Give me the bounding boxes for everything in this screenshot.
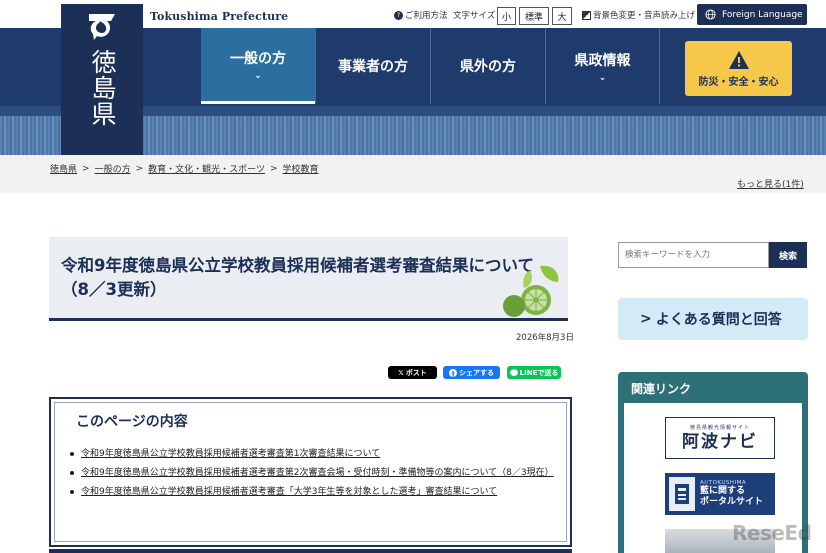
- breadcrumb-separator: >: [82, 163, 90, 174]
- facebook-icon: [449, 368, 457, 377]
- table-of-contents: このページの内容 令和9年度徳島県公立学校教員採用候補者選考審査第1次審査結果に…: [49, 397, 572, 547]
- search-button[interactable]: 検索: [769, 242, 807, 268]
- font-large-button[interactable]: 大: [552, 7, 572, 25]
- breadcrumb-separator: >: [135, 163, 144, 174]
- faq-button[interactable]: > よくある質問と回答: [618, 298, 808, 340]
- brand-english: Tokushima Prefecture: [150, 10, 289, 23]
- help-label: ご利用方法: [405, 11, 448, 21]
- sudachi-fruit-icon: [503, 265, 559, 317]
- x-post-label: ポスト: [405, 368, 427, 377]
- warning-icon: [728, 50, 749, 69]
- foreign-language-label: Foreign Language: [722, 9, 803, 20]
- nav-business[interactable]: 事業者の方: [316, 28, 430, 104]
- breadcrumb-separator: >: [269, 163, 278, 174]
- prefecture-emblem-icon: [89, 14, 115, 40]
- toc-title: このページの内容: [76, 414, 188, 430]
- awa-navi-subtitle: 徳島県観光情報サイト: [689, 424, 750, 431]
- help-icon: ?: [394, 10, 403, 20]
- color-speech-label: 背景色変更・音声読み上げ: [593, 11, 696, 21]
- breadcrumb: 徳島県 > 一般の方 > 教育・文化・観光・スポーツ > 学校教育: [50, 162, 319, 176]
- awa-navi-title: 阿波ナビ: [682, 431, 758, 452]
- breadcrumb-link[interactable]: 学校教育: [283, 162, 319, 175]
- search-input[interactable]: [618, 242, 769, 268]
- x-logo-icon: 𝕏: [398, 368, 404, 377]
- disaster-safety-button[interactable]: 防災・安全・安心: [685, 41, 792, 96]
- watermark: ReseEd: [732, 521, 812, 545]
- nav-general-public[interactable]: 一般の方 ⌄: [201, 28, 315, 104]
- breadcrumb-link[interactable]: 一般の方: [95, 162, 131, 175]
- logo-text: 徳島県: [88, 49, 117, 127]
- help-link[interactable]: ? ご利用方法: [394, 9, 448, 21]
- font-small-button[interactable]: 小: [497, 7, 516, 25]
- list-item: 令和9年度徳島県公立学校教員採用候補者選考審査「大学3年生等を対象とした選考」審…: [70, 484, 551, 500]
- nav-outside-prefecture[interactable]: 県外の方: [431, 28, 545, 104]
- site-logo[interactable]: 徳島県: [61, 4, 143, 155]
- awa-navi-banner[interactable]: 徳島県観光情報サイト 阿波ナビ: [665, 417, 775, 459]
- color-speech-link[interactable]: 背景色変更・音声読み上げ: [582, 9, 695, 21]
- nav-label: 一般の方: [230, 51, 286, 67]
- line-icon: [509, 368, 518, 376]
- ai-portal-line2: ポータルサイト: [700, 497, 764, 507]
- page-title-box: 令和9年度徳島県公立学校教員採用候補者選考審査結果について（8／3更新）: [49, 237, 568, 321]
- font-size-label: 文字サイズ: [453, 11, 496, 21]
- facebook-share-label: シェアする: [459, 368, 494, 377]
- chevron-down-icon: ⌄: [598, 72, 607, 83]
- contrast-icon: [582, 10, 591, 20]
- toc-link[interactable]: 令和9年度徳島県公立学校教員採用候補者選考審査第2次審査会場・受付時刻・準備物等…: [81, 468, 554, 478]
- line-share-label: LINEで送る: [519, 368, 559, 377]
- nav-label: 県政情報: [574, 52, 631, 69]
- breadcrumb-link[interactable]: 教育・文化・観光・スポーツ: [148, 162, 265, 175]
- list-item: 令和9年度徳島県公立学校教員採用候補者選考審査第1次審査結果について: [70, 446, 551, 462]
- ai-logo-icon: [669, 477, 695, 511]
- list-item: 令和9年度徳島県公立学校教員採用候補者選考審査第2次審査会場・受付時刻・準備物等…: [70, 465, 554, 481]
- page-title: 令和9年度徳島県公立学校教員採用候補者選考審査結果について（8／3更新）: [61, 256, 534, 299]
- foreign-language-button[interactable]: Foreign Language: [697, 4, 807, 25]
- toc-list: 令和9年度徳島県公立学校教員採用候補者選考審査第1次審査結果について 令和9年度…: [70, 446, 554, 503]
- toc-link[interactable]: 令和9年度徳島県公立学校教員採用候補者選考審査第1次審査結果について: [81, 449, 380, 459]
- chevron-down-icon: ⌄: [254, 71, 262, 81]
- related-links-title: 関連リンク: [631, 382, 692, 396]
- nav-prefectural-info[interactable]: 県政情報 ⌄: [546, 28, 659, 104]
- disaster-safety-label: 防災・安全・安心: [698, 76, 779, 88]
- nav-label: 県外の方: [460, 59, 516, 75]
- toc-link[interactable]: 令和9年度徳島県公立学校教員採用候補者選考審査「大学3年生等を対象とした選考」審…: [81, 487, 497, 497]
- ai-portal-banner[interactable]: AI/TOKUSHIMA 藍に関する ポータルサイト: [665, 473, 775, 515]
- globe-icon: [705, 9, 716, 20]
- facebook-share-button[interactable]: シェアする: [443, 366, 500, 379]
- publish-date: 2026年8月3日: [516, 333, 574, 343]
- section-divider: [49, 549, 572, 553]
- x-post-button[interactable]: 𝕏 ポスト: [388, 366, 437, 379]
- chevron-right-icon: >: [640, 311, 652, 327]
- faq-label: よくある質問と回答: [655, 312, 782, 328]
- font-standard-button[interactable]: 標準: [519, 7, 549, 25]
- breadcrumb-link[interactable]: 徳島県: [50, 162, 77, 175]
- line-share-button[interactable]: LINEで送る: [507, 366, 561, 379]
- nav-label: 事業者の方: [338, 59, 408, 75]
- ai-portal-line1: 藍に関する: [700, 486, 746, 496]
- show-more-link[interactable]: もっと見る(1件): [737, 177, 804, 190]
